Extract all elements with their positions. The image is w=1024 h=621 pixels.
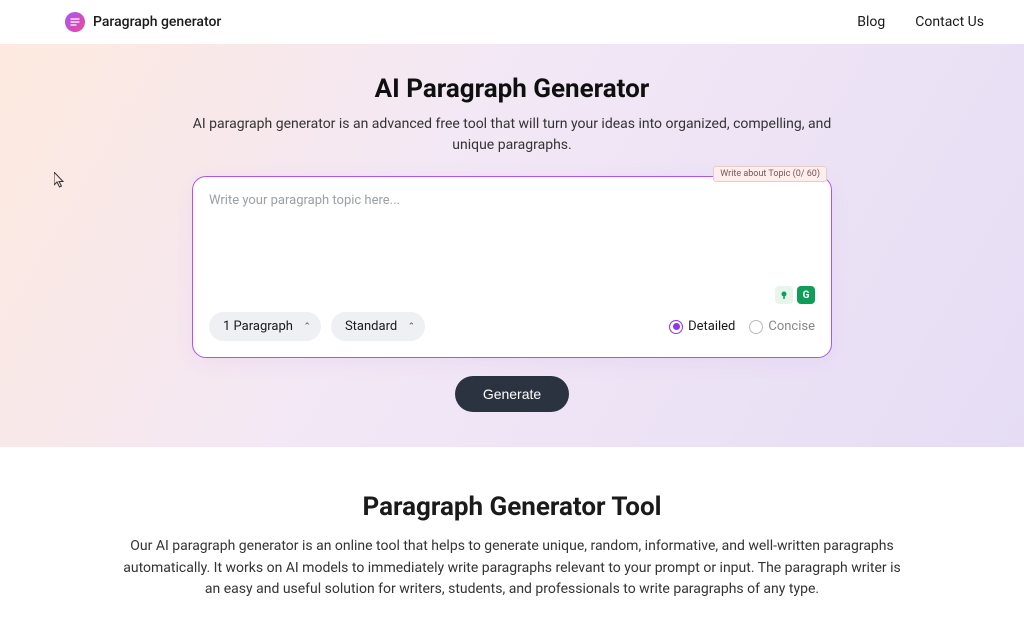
controls-row: 1 Paragraph ⌃ Standard ⌃ Detailed (209, 312, 815, 341)
input-card: G 1 Paragraph ⌃ Standard ⌃ (192, 176, 832, 358)
detail-radio-group: Detailed Concise (669, 319, 815, 334)
tone-select[interactable]: Standard ⌃ (331, 312, 425, 341)
radio-circle-icon (749, 320, 763, 334)
description-section: Paragraph Generator Tool Our AI paragrap… (0, 447, 1024, 621)
extension-icons: G (209, 286, 815, 304)
cursor-icon (54, 172, 66, 192)
radio-concise[interactable]: Concise (749, 319, 815, 334)
chevron-up-icon: ⌃ (303, 322, 311, 332)
radio-detailed[interactable]: Detailed (669, 319, 735, 334)
hero-section: AI Paragraph Generator AI paragraph gene… (0, 44, 1024, 447)
topic-input[interactable] (209, 193, 815, 288)
paragraph-count-select[interactable]: 1 Paragraph ⌃ (209, 312, 321, 341)
radio-detailed-label: Detailed (688, 319, 735, 334)
nav-contact[interactable]: Contact Us (915, 14, 984, 30)
page-title: AI Paragraph Generator (192, 74, 832, 104)
radio-circle-icon (669, 320, 683, 334)
section-title: Paragraph Generator Tool (120, 492, 904, 522)
nav: Blog Contact Us (857, 14, 984, 30)
grammarly-icon: G (797, 286, 815, 304)
extension-pin-icon (775, 286, 793, 304)
brand: Paragraph generator (65, 12, 221, 32)
page-subtitle: AI paragraph generator is an advanced fr… (192, 114, 832, 156)
logo-icon (65, 12, 85, 32)
section-body: Our AI paragraph generator is an online … (120, 536, 904, 601)
brand-name: Paragraph generator (93, 14, 221, 30)
chevron-up-icon: ⌃ (408, 322, 416, 332)
generate-button[interactable]: Generate (455, 376, 569, 412)
header: Paragraph generator Blog Contact Us (0, 0, 1024, 44)
radio-concise-label: Concise (768, 319, 815, 334)
paragraph-count-label: 1 Paragraph (223, 319, 293, 334)
nav-blog[interactable]: Blog (857, 14, 885, 30)
char-count-badge: Write about Topic (0/ 60) (713, 166, 827, 182)
tone-label: Standard (345, 319, 397, 334)
